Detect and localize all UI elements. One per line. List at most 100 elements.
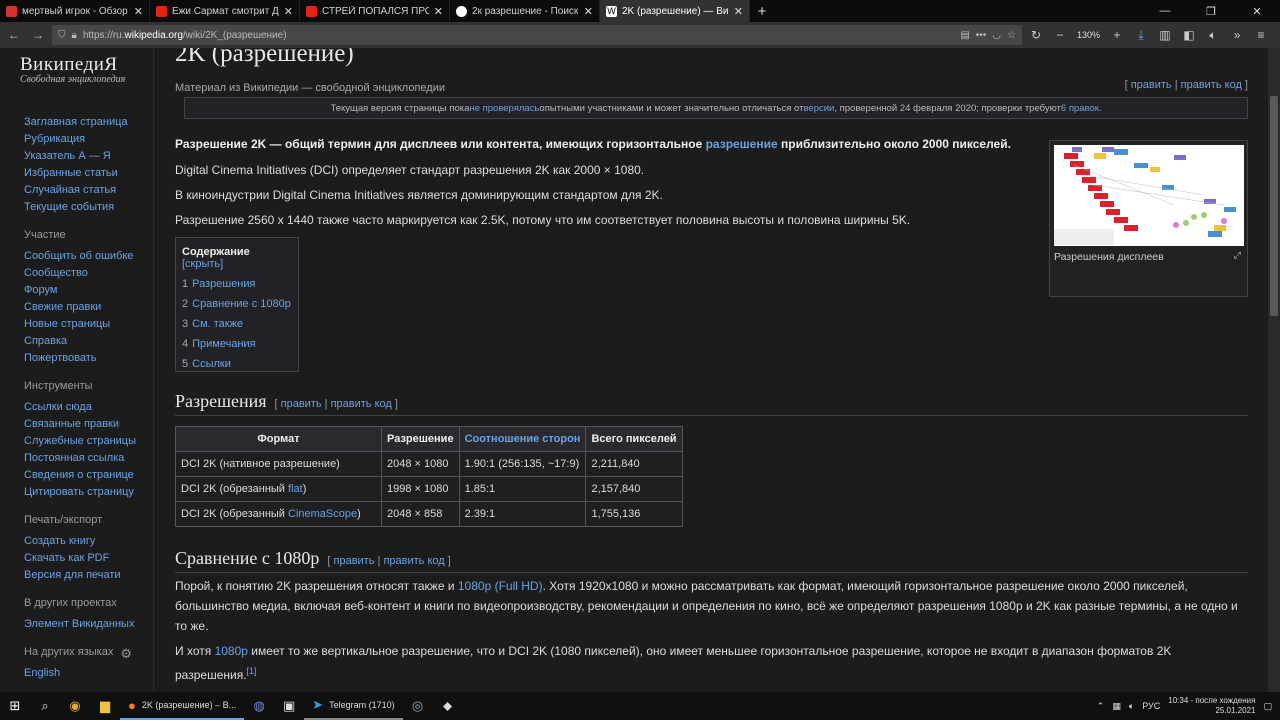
- language-indicator[interactable]: РУС: [1142, 701, 1160, 711]
- app-icon[interactable]: ◉: [60, 692, 90, 720]
- notifications-icon[interactable]: ▢: [1263, 701, 1272, 712]
- section-edit-code-link[interactable]: править код: [383, 555, 444, 567]
- library-icon[interactable]: ▥: [1155, 25, 1175, 45]
- notice-edits-link[interactable]: 6 правок: [1061, 103, 1099, 114]
- table-header-link[interactable]: Соотношение сторон: [458, 426, 587, 452]
- sidebar-item-featured[interactable]: Избранные статьи: [24, 165, 150, 182]
- new-tab-icon[interactable]: +: [750, 0, 774, 22]
- sidebar-item-report-error[interactable]: Сообщить об ошибке: [24, 248, 150, 265]
- browser-tab-2[interactable]: Ежи Сармат смотрит Дугина - YouTube ✕: [150, 0, 300, 22]
- sidebar-item-printable[interactable]: Версия для печати: [24, 567, 150, 584]
- pocket-icon[interactable]: ◡: [992, 30, 1001, 41]
- epic-games-icon[interactable]: ▣: [274, 692, 304, 720]
- reader-view-icon[interactable]: ▤: [960, 30, 969, 41]
- browser-tab-5-active[interactable]: W 2K (разрешение) — Википедия ✕: [600, 0, 750, 22]
- sidebar-item-wikidata[interactable]: Элемент Викиданных: [24, 616, 150, 633]
- sidebar-item-main-page[interactable]: Заглавная страница: [24, 114, 150, 131]
- wikipedia-logo[interactable]: ВикипедиЯ Свободная энциклопедия: [20, 54, 150, 85]
- edit-code-link[interactable]: править код: [1181, 79, 1242, 91]
- 1080p-fullhd-link[interactable]: 1080p (Full HD): [458, 579, 543, 593]
- toc-item[interactable]: 4 Примечания: [182, 334, 292, 354]
- 1080p-link[interactable]: 1080p: [215, 644, 248, 658]
- resolution-link[interactable]: разрешение: [706, 137, 778, 151]
- section-edit-link[interactable]: править: [334, 555, 375, 567]
- gear-icon[interactable]: ⚙: [120, 646, 132, 662]
- network-icon[interactable]: ▦: [1112, 701, 1121, 712]
- sidebar-item-page-info[interactable]: Сведения о странице: [24, 467, 150, 484]
- close-tab-icon[interactable]: ✕: [134, 5, 143, 18]
- section-edit-code-link[interactable]: править код: [331, 398, 392, 410]
- browser-tab-3[interactable]: СТРЕЙ ПОПАЛСЯ ПРОТИВ ГЕНЕРАЛА ✕: [300, 0, 450, 22]
- overflow-icon[interactable]: »: [1227, 25, 1247, 45]
- forward-icon[interactable]: →: [28, 25, 48, 45]
- close-tab-icon[interactable]: ✕: [584, 5, 593, 18]
- sidebar-item-permanent-link[interactable]: Постоянная ссылка: [24, 450, 150, 467]
- sidebar-item-lang-english[interactable]: English: [24, 665, 150, 682]
- sidebar-item-download-pdf[interactable]: Скачать как PDF: [24, 550, 150, 567]
- steam-icon[interactable]: ◎: [403, 692, 433, 720]
- toc-hide-link[interactable]: [скрыть]: [182, 258, 223, 270]
- sidebar-item-current-events[interactable]: Текущие события: [24, 199, 150, 216]
- close-window-icon[interactable]: ✕: [1234, 0, 1280, 22]
- zoom-out-icon[interactable]: −: [1050, 25, 1070, 45]
- file-explorer-icon[interactable]: ▆: [90, 692, 120, 720]
- sidebar-item-forum[interactable]: Форум: [24, 282, 150, 299]
- sidebar-item-index[interactable]: Указатель А — Я: [24, 148, 150, 165]
- browser-tab-1[interactable]: мертвый игрок - Обзор - DOTABUFF ✕: [0, 0, 150, 22]
- reference-link[interactable]: [1]: [247, 666, 257, 676]
- sidebar-item-recent-changes[interactable]: Свежие правки: [24, 299, 150, 316]
- menu-icon[interactable]: ≡: [1251, 25, 1271, 45]
- screenshot-icon[interactable]: ◧: [1179, 25, 1199, 45]
- toc-item[interactable]: 5 Ссылки: [182, 354, 292, 374]
- scrollbar-thumb[interactable]: [1270, 96, 1278, 316]
- sidebar-item-categories[interactable]: Рубрикация: [24, 131, 150, 148]
- back-icon[interactable]: ←: [4, 25, 24, 45]
- toc-item[interactable]: 2 Сравнение с 1080p: [182, 294, 292, 314]
- volume-icon[interactable]: 🔈︎: [1129, 701, 1134, 712]
- sidebar-item-related-changes[interactable]: Связанные правки: [24, 416, 150, 433]
- tray-expand-icon[interactable]: ⌃: [1097, 701, 1105, 712]
- minimize-icon[interactable]: —: [1142, 0, 1188, 22]
- enlarge-icon[interactable]: ⤢: [1234, 250, 1241, 261]
- windows-start-icon[interactable]: ⊞: [0, 692, 30, 720]
- zoom-level[interactable]: 130%: [1074, 30, 1103, 40]
- display-resolutions-image[interactable]: [1054, 145, 1244, 246]
- sidebar-item-what-links-here[interactable]: Ссылки сюда: [24, 399, 150, 416]
- page-scrollbar[interactable]: [1268, 48, 1280, 692]
- sidebar-item-create-book[interactable]: Создать книгу: [24, 533, 150, 550]
- sidebar-item-cite[interactable]: Цитировать страницу: [24, 484, 150, 501]
- reload-icon[interactable]: ↻: [1026, 25, 1046, 45]
- toc-item[interactable]: 1 Разрешения: [182, 274, 292, 294]
- section-edit-link[interactable]: править: [281, 398, 322, 410]
- edit-link[interactable]: править: [1131, 79, 1172, 91]
- search-icon[interactable]: ⌕: [30, 692, 60, 720]
- sidebar-item-special-pages[interactable]: Служебные страницы: [24, 433, 150, 450]
- taskbar-telegram[interactable]: ➤ Telegram (1710): [304, 692, 403, 720]
- sidebar-item-donate[interactable]: Пожертвовать: [24, 350, 150, 367]
- flat-link[interactable]: flat: [288, 483, 303, 495]
- maximize-icon[interactable]: ❐: [1188, 0, 1234, 22]
- close-tab-icon[interactable]: ✕: [434, 5, 443, 18]
- taskbar-firefox[interactable]: ● 2K (разрешение) – В...: [120, 692, 245, 720]
- toc-item[interactable]: 3 См. также: [182, 314, 292, 334]
- address-bar[interactable]: ⛉ 🔒︎ https://ru.wikipedia.org/wiki/2K_(р…: [52, 25, 1022, 45]
- app-icon[interactable]: ⬥: [433, 692, 463, 720]
- clock[interactable]: 10:34 - после хождения 25.01.2021: [1168, 696, 1255, 716]
- browser-tab-4[interactable]: 2к разрешение - Поиск в Google ✕: [450, 0, 600, 22]
- sidebar-item-help[interactable]: Справка: [24, 333, 150, 350]
- page-actions-icon[interactable]: •••: [976, 30, 987, 41]
- close-tab-icon[interactable]: ✕: [284, 5, 293, 18]
- close-tab-icon[interactable]: ✕: [734, 5, 743, 18]
- cinemascope-link[interactable]: CinemaScope: [288, 508, 357, 520]
- notice-version-link[interactable]: версии: [803, 103, 834, 114]
- sidebar-item-new-pages[interactable]: Новые страницы: [24, 316, 150, 333]
- notice-unreviewed-link[interactable]: не проверялась: [469, 103, 539, 114]
- discord-icon[interactable]: ◍: [244, 692, 274, 720]
- sidebar-item-random[interactable]: Случайная статья: [24, 182, 150, 199]
- comparison-text: И хотя: [175, 644, 215, 658]
- sidebar-item-community[interactable]: Сообщество: [24, 265, 150, 282]
- bookmark-star-icon[interactable]: ☆: [1007, 30, 1016, 41]
- zoom-in-icon[interactable]: +: [1107, 25, 1127, 45]
- audio-icon[interactable]: 🔈︎: [1203, 25, 1223, 45]
- download-icon[interactable]: ⤓: [1131, 25, 1151, 45]
